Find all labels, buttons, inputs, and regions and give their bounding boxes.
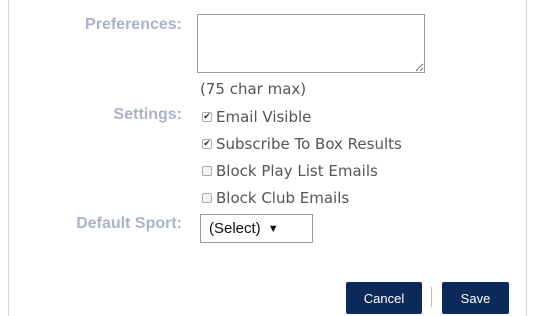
email-visible-option[interactable]: ✔ Email Visible [202, 107, 311, 127]
email-visible-label: Email Visible [216, 108, 312, 126]
default-sport-select[interactable]: (Select) ▼ [200, 214, 313, 243]
block-club-emails-checkbox[interactable] [202, 193, 212, 203]
block-play-list-emails-label: Block Play List Emails [216, 162, 378, 180]
email-visible-checkbox[interactable]: ✔ [202, 112, 212, 122]
block-play-list-emails-option[interactable]: Block Play List Emails [202, 161, 378, 181]
cancel-button[interactable]: Cancel [346, 282, 422, 314]
char-limit-hint: (75 char max) [200, 80, 307, 98]
subscribe-box-results-option[interactable]: ✔ Subscribe To Box Results [202, 134, 402, 154]
block-club-emails-label: Block Club Emails [216, 189, 350, 207]
settings-label: Settings: [113, 106, 182, 123]
save-button[interactable]: Save [442, 282, 509, 314]
button-divider [431, 287, 432, 307]
block-club-emails-option[interactable]: Block Club Emails [202, 188, 349, 208]
default-sport-label: Default Sport: [76, 215, 182, 232]
preferences-label: Preferences: [85, 16, 182, 33]
subscribe-box-results-checkbox[interactable]: ✔ [202, 139, 212, 149]
default-sport-selected-value: (Select) [209, 220, 261, 237]
settings-form-panel: Preferences: (75 char max) Settings: ✔ E… [8, 0, 527, 316]
subscribe-box-results-label: Subscribe To Box Results [216, 135, 402, 153]
block-play-list-emails-checkbox[interactable] [202, 166, 212, 176]
preferences-textarea[interactable] [197, 14, 425, 73]
dropdown-arrow-icon: ▼ [267, 222, 279, 235]
